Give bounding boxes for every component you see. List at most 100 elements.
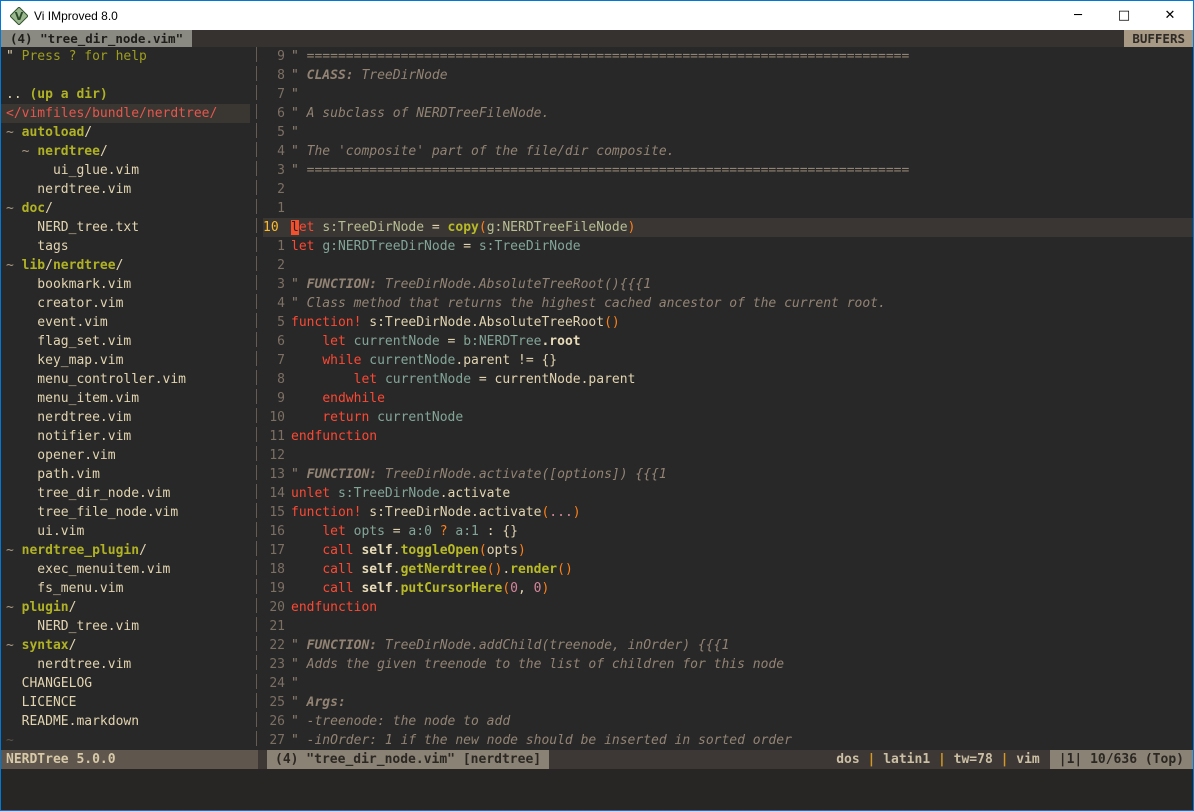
token-fg [291,353,322,368]
status-separator: | [930,752,953,767]
minimize-button[interactable]: ─ [1055,1,1101,30]
tree-item[interactable]: ~ lib/nerdtree/ [1,256,250,275]
tree-item[interactable] [1,66,250,85]
code-line[interactable]: 6 let currentNode = b:NERDTree.root [263,332,1193,351]
tree-item[interactable]: ~ [1,731,250,750]
token-mk: ~ [6,201,22,216]
tree-item[interactable]: ~ nerdtree_plugin/ [1,541,250,560]
tree-item[interactable]: event.vim [1,313,250,332]
tree-item[interactable]: nerdtree.vim [1,180,250,199]
title-bar: V Vi IMproved 8.0 ─ □ ✕ [1,1,1193,30]
code-line[interactable]: 17 call self.toggleOpen(opts) [263,541,1193,560]
tree-item[interactable]: fs_menu.vim [1,579,250,598]
token-fg: / [139,543,147,558]
line-number: 20 [263,598,285,617]
code-line-current[interactable]: 10let s:TreeDirNode = copy(g:NERDTreeFil… [263,218,1193,237]
code-line[interactable]: 25" Args: [263,693,1193,712]
token-fg: nerdtree.vim [6,182,131,197]
code-line[interactable]: 4" Class method that returns the highest… [263,294,1193,313]
tree-item[interactable]: README.markdown [1,712,250,731]
tree-item[interactable]: flag_set.vim [1,332,250,351]
token-hlp: Press ? for help [22,49,147,64]
code-line[interactable]: 6" A subclass of NERDTreeFileNode. [263,104,1193,123]
tree-item[interactable]: CHANGELOG [1,674,250,693]
token-cm: " -treenode: the node to add [291,714,510,729]
tree-item[interactable]: nerdtree.vim [1,408,250,427]
tree-item[interactable]: key_map.vim [1,351,250,370]
code-line[interactable]: 10 return currentNode [263,408,1193,427]
tree-item[interactable]: ~ autoload/ [1,123,250,142]
tree-item[interactable]: ui.vim [1,522,250,541]
tree-item[interactable]: bookmark.vim [1,275,250,294]
code-line[interactable]: 27" -inOrder: 1 if the new node should b… [263,731,1193,750]
code-line[interactable]: 7" [263,85,1193,104]
code-line[interactable]: 2 [263,256,1193,275]
code-line[interactable]: 9 endwhile [263,389,1193,408]
code-line[interactable]: 21 [263,617,1193,636]
tree-item[interactable]: exec_menuitem.vim [1,560,250,579]
tree-item[interactable]: tags [1,237,250,256]
tree-root-item[interactable]: </vimfiles/bundle/nerdtree/ [1,104,250,123]
tree-item[interactable]: opener.vim [1,446,250,465]
tree-item[interactable]: NERD_tree.vim [1,617,250,636]
code-line[interactable]: 5" [263,123,1193,142]
line-number: 7 [263,351,285,370]
main-area: " Press ? for help .. (up a dir)</vimfile… [1,47,1193,750]
code-line[interactable]: 7 while currentNode.parent != {} [263,351,1193,370]
tree-item[interactable]: menu_item.vim [1,389,250,408]
code-line[interactable]: 8 let currentNode = currentNode.parent [263,370,1193,389]
code-line[interactable]: 16 let opts = a:0 ? a:1 : {} [263,522,1193,541]
tree-item[interactable]: ~ syntax/ [1,636,250,655]
tree-item[interactable]: path.vim [1,465,250,484]
code-line[interactable]: 13" FUNCTION: TreeDirNode.activate([opti… [263,465,1193,484]
tree-item[interactable]: .. (up a dir) [1,85,250,104]
tree-item[interactable]: NERD_tree.txt [1,218,250,237]
close-button[interactable]: ✕ [1147,1,1193,30]
code-line[interactable]: 9" =====================================… [263,47,1193,66]
code-line[interactable]: 22" FUNCTION: TreeDirNode.addChild(treen… [263,636,1193,655]
tree-item[interactable]: nerdtree.vim [1,655,250,674]
code-line[interactable]: 1 [263,199,1193,218]
tree-item[interactable]: ~ plugin/ [1,598,250,617]
code-line[interactable]: 11endfunction [263,427,1193,446]
code-line[interactable]: 15function! s:TreeDirNode.activate(...) [263,503,1193,522]
code-line[interactable]: 3" =====================================… [263,161,1193,180]
tree-item[interactable]: creator.vim [1,294,250,313]
tab-tree-dir-node[interactable]: (4) "tree_dir_node.vim" [1,30,192,47]
tree-item[interactable]: ~ nerdtree/ [1,142,250,161]
token-nr: 0 [510,581,518,596]
maximize-button[interactable]: □ [1101,1,1147,30]
line-number: 2 [263,256,285,275]
token-bold: self [361,543,392,558]
code-line[interactable]: 24" [263,674,1193,693]
code-line[interactable]: 4" The 'composite' part of the file/dir … [263,142,1193,161]
code-line[interactable]: 12 [263,446,1193,465]
window-controls: ─ □ ✕ [1055,1,1193,30]
code-line[interactable]: 23" Adds the given treenode to the list … [263,655,1193,674]
token-pale: g:NERDTreeFileNode [487,220,628,235]
token-cmb: FUNCTION: [307,467,377,482]
tree-item[interactable]: " Press ? for help [1,47,250,66]
tree-item[interactable]: tree_dir_node.vim [1,484,250,503]
token-fg: = [385,524,408,539]
code-line[interactable]: 19 call self.putCursorHere(0, 0) [263,579,1193,598]
token-mk: ~ [6,600,22,615]
code-line[interactable]: 2 [263,180,1193,199]
tree-item[interactable]: ~ doc/ [1,199,250,218]
token-kw: call [322,543,353,558]
code-line[interactable]: 26" -treenode: the node to add [263,712,1193,731]
tree-item[interactable]: notifier.vim [1,427,250,446]
code-line[interactable]: 1let g:NERDTreeDirNode = s:TreeDirNode [263,237,1193,256]
code-line[interactable]: 20endfunction [263,598,1193,617]
code-line[interactable]: 14unlet s:TreeDirNode.activate [263,484,1193,503]
window-separator[interactable] [250,47,263,750]
tree-item[interactable]: ui_glue.vim [1,161,250,180]
code-line[interactable]: 18 call self.getNerdtree().render() [263,560,1193,579]
code-line[interactable]: 3" FUNCTION: TreeDirNode.AbsoluteTreeRoo… [263,275,1193,294]
tree-item[interactable]: LICENCE [1,693,250,712]
tree-item[interactable]: menu_controller.vim [1,370,250,389]
tree-item[interactable]: tree_file_node.vim [1,503,250,522]
code-line[interactable]: 8" CLASS: TreeDirNode [263,66,1193,85]
code-line[interactable]: 5function! s:TreeDirNode.AbsoluteTreeRoo… [263,313,1193,332]
token-dl: () [604,315,620,330]
